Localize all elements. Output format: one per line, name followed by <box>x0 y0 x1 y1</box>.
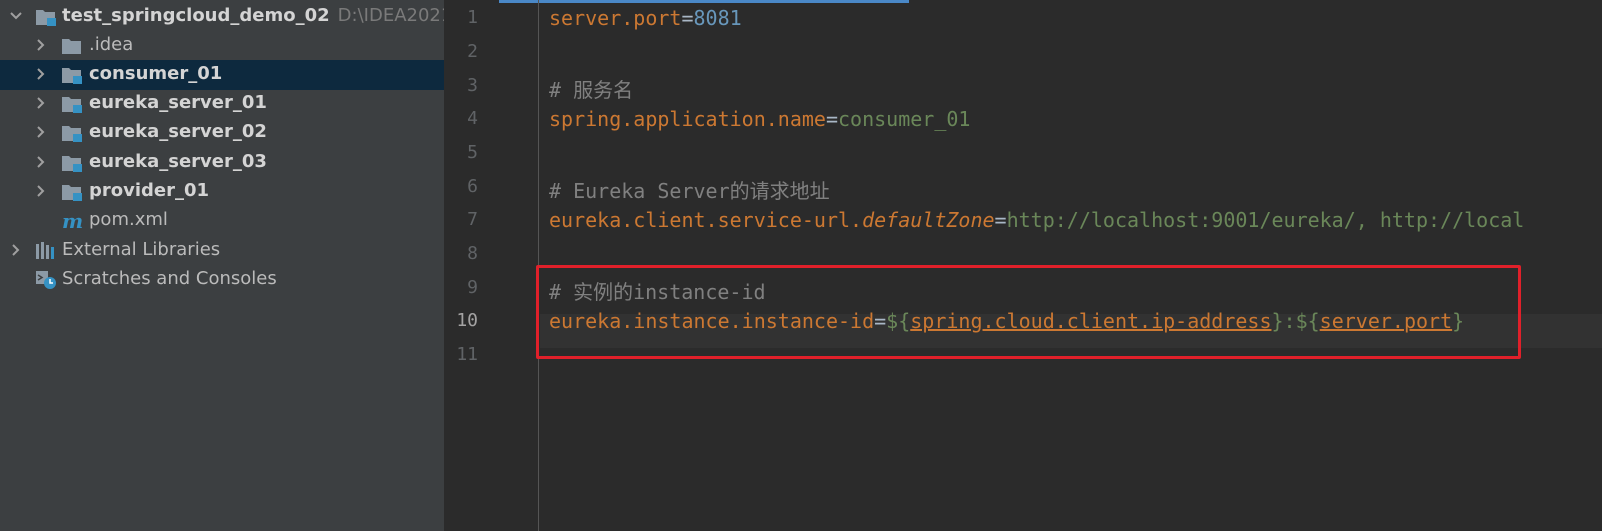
property-key: spring.application.name <box>549 107 826 131</box>
line-number: 7 <box>467 209 478 230</box>
scratches-icon <box>35 270 57 290</box>
line-number: 11 <box>456 344 478 365</box>
line-number: 9 <box>467 277 478 298</box>
tree-item-eureka-server-01[interactable]: eureka_server_01 <box>0 89 444 119</box>
chevron-down-icon[interactable] <box>7 7 25 25</box>
chevron-right-icon[interactable] <box>32 182 50 200</box>
tree-item-label: External Libraries <box>62 239 221 260</box>
chevron-right-icon[interactable] <box>32 153 50 171</box>
line-number: 5 <box>467 142 478 163</box>
tree-item-label: provider_01 <box>89 180 210 201</box>
module-folder-icon <box>61 94 83 114</box>
folder-icon <box>61 36 83 56</box>
property-value: consumer_01 <box>838 107 971 131</box>
module-folder-icon <box>61 153 83 173</box>
line-number: 1 <box>467 7 478 28</box>
tree-item-label: .idea <box>89 34 134 55</box>
chevron-right-icon[interactable] <box>32 94 50 112</box>
annotation-highlight-box <box>536 265 1521 359</box>
tree-item-label: eureka_server_02 <box>89 121 267 142</box>
tree-item-provider-01[interactable]: provider_01 <box>0 177 444 207</box>
code-line-1: server.port=8081 <box>549 6 742 30</box>
root-path: D:\IDEA2021\w <box>337 5 444 26</box>
equals-sign: = <box>681 6 694 30</box>
tree-item-pom-xml[interactable]: m pom.xml <box>0 206 444 236</box>
tree-item-external-libraries[interactable]: External Libraries <box>0 236 444 266</box>
property-key: eureka.client.service-url. <box>549 208 863 232</box>
tree-item-idea[interactable]: .idea <box>0 31 444 61</box>
code-line-3-comment: # 服务名 <box>549 78 634 102</box>
active-tab-indicator <box>499 0 909 3</box>
svg-text:m: m <box>62 211 83 231</box>
maven-icon: m <box>61 211 83 231</box>
tree-root-row[interactable]: test_springcloud_demo_02 D:\IDEA2021\w <box>0 2 444 32</box>
tree-item-eureka-server-02[interactable]: eureka_server_02 <box>0 118 444 148</box>
equals-sign: = <box>994 208 1007 232</box>
code-line-7: eureka.client.service-url.defaultZone=ht… <box>549 208 1524 232</box>
line-number: 4 <box>467 108 478 129</box>
tree-item-scratches[interactable]: Scratches and Consoles <box>0 265 444 295</box>
chevron-right-icon[interactable] <box>32 65 50 83</box>
module-folder-icon <box>61 123 83 143</box>
code-line-4: spring.application.name=consumer_01 <box>549 107 970 131</box>
tree-item-label: consumer_01 <box>89 63 223 84</box>
property-key: server.port <box>549 6 682 30</box>
module-folder-icon <box>35 7 57 27</box>
tree-item-label: eureka_server_01 <box>89 92 267 113</box>
tree-root-label: test_springcloud_demo_02 D:\IDEA2021\w <box>62 5 444 26</box>
project-tool-window: test_springcloud_demo_02 D:\IDEA2021\w .i… <box>0 0 444 531</box>
chevron-right-icon[interactable] <box>32 123 50 141</box>
root-name: test_springcloud_demo_02 <box>62 5 330 26</box>
equals-sign: = <box>825 107 838 131</box>
chevron-right-icon[interactable] <box>32 36 50 54</box>
property-value: 8081 <box>693 6 742 30</box>
chevron-right-icon[interactable] <box>7 241 25 259</box>
tree-item-label: eureka_server_03 <box>89 151 267 172</box>
line-number: 8 <box>467 243 478 264</box>
library-icon <box>35 241 57 261</box>
tree-item-label: pom.xml <box>89 209 168 230</box>
line-number: 3 <box>467 75 478 96</box>
line-number: 6 <box>467 176 478 197</box>
property-value: http://localhost:9001/eureka/, http://lo… <box>1006 208 1525 232</box>
tree-item-label: Scratches and Consoles <box>62 268 277 289</box>
property-key-italic: defaultZone <box>862 208 995 232</box>
tree-item-consumer-01[interactable]: consumer_01 <box>0 60 444 90</box>
line-number: 2 <box>467 41 478 62</box>
module-folder-icon <box>61 65 83 85</box>
module-folder-icon <box>61 182 83 202</box>
code-line-6-comment: # Eureka Server的请求地址 <box>549 179 830 203</box>
line-number-current: 10 <box>456 310 478 331</box>
tree-item-eureka-server-03[interactable]: eureka_server_03 <box>0 148 444 178</box>
